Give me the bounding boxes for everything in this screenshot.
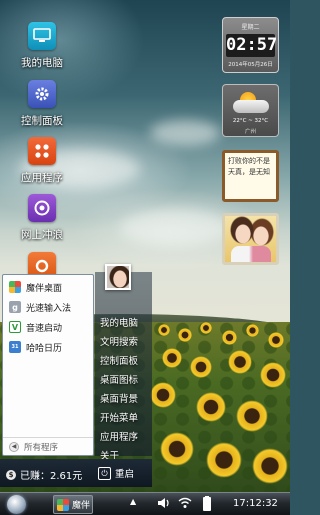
- start-link-desktop-background[interactable]: 桌面背景: [100, 391, 138, 405]
- all-programs-label: 所有程序: [24, 442, 59, 453]
- cloud-icon: [233, 100, 269, 113]
- sunflower: [158, 324, 170, 336]
- start-menu-item-input-method[interactable]: g 光速输入法: [3, 299, 93, 315]
- clock-date: 2014年05月26日: [228, 62, 273, 68]
- start-link-apps[interactable]: 应用程序: [100, 429, 138, 443]
- desktop-icon-browser[interactable]: 网上冲浪: [10, 194, 74, 242]
- weather-location: 广州: [244, 129, 256, 135]
- taskbar-clock[interactable]: 17:12:32: [233, 498, 278, 509]
- taskbar-app-button[interactable]: 魔伴: [53, 495, 93, 514]
- earnings-text: 已赚：2.61元: [20, 471, 83, 482]
- taskbar-app-label: 魔伴: [72, 501, 91, 511]
- quick-launch-icon: V: [9, 321, 21, 333]
- all-programs-button[interactable]: ◀ 所有程序: [3, 437, 93, 455]
- sunflower: [196, 392, 226, 422]
- battery-icon[interactable]: [200, 496, 214, 515]
- user-avatar[interactable]: [105, 264, 131, 290]
- start-menu-footer: $ 已赚：2.61元 ⏻ 重启: [0, 459, 152, 487]
- volume-icon[interactable]: [157, 497, 171, 512]
- mobanlauncher-icon: [9, 281, 21, 293]
- sunflower: [150, 382, 176, 408]
- start-link-search[interactable]: 文明搜索: [100, 334, 138, 348]
- note-widget[interactable]: 打败你的不是天真，是无知: [222, 150, 279, 202]
- photo-detail: [231, 246, 271, 262]
- desktop-icon-control-panel[interactable]: 控制面板: [10, 80, 74, 128]
- sunflower: [222, 330, 237, 345]
- desktop-icon-apps[interactable]: 应用程序: [10, 137, 74, 185]
- clock-time: 02:57: [226, 34, 278, 57]
- start-menu-links-pane: 我的电脑 文明搜索 控制面板 桌面图标 桌面背景 开始菜单 应用程序 关于: [95, 264, 152, 462]
- clock-weekday: 星期二: [241, 24, 260, 31]
- input-method-icon: g: [9, 301, 21, 313]
- sunflower: [178, 328, 192, 342]
- sunflower: [268, 332, 284, 348]
- start-button[interactable]: [7, 495, 26, 514]
- money-icon: $: [6, 469, 16, 480]
- browser-icon: [28, 194, 56, 222]
- start-menu-item-label: 哈哈日历: [26, 343, 63, 354]
- note-text: 打败你的不是天真，是无知: [228, 157, 270, 176]
- desktop-icon-label: 我的电脑: [21, 57, 63, 69]
- computer-icon: [28, 22, 56, 50]
- photo-frame-widget[interactable]: [222, 213, 279, 265]
- weather-widget[interactable]: 22°C ~ 32°C 广州: [222, 84, 279, 137]
- sunflower: [246, 324, 259, 337]
- taskbar: 魔伴 ▲ 17:12:32: [0, 492, 290, 515]
- power-icon: ⏻: [98, 466, 111, 480]
- desktop-icon-label: 应用程序: [21, 172, 63, 184]
- start-menu-item-quick-launch[interactable]: V 音速启动: [3, 319, 93, 335]
- earnings-display: $ 已赚：2.61元: [6, 467, 82, 482]
- sunflower: [260, 362, 286, 388]
- tray-expand-icon[interactable]: ▲: [130, 497, 136, 506]
- sunflower: [190, 356, 212, 378]
- apps-icon: [28, 137, 56, 165]
- start-menu-item-label: 音速启动: [26, 323, 63, 334]
- control-panel-icon: [28, 80, 56, 108]
- clock-widget[interactable]: 星期二 02:57 2014年05月26日: [222, 17, 279, 73]
- start-menu-item-mobanlauncher[interactable]: 魔伴桌面: [3, 279, 93, 295]
- sunflower: [252, 448, 288, 484]
- sunflower: [228, 350, 252, 374]
- sunflower: [236, 400, 268, 432]
- desktop-icon-my-computer[interactable]: 我的电脑: [10, 22, 74, 70]
- sunflower: [160, 432, 194, 466]
- start-menu: 魔伴桌面 g 光速输入法 V 音速启动 31 哈哈日历 ◀ 所有程序 我的电脑 …: [0, 264, 152, 488]
- arrow-icon: ◀: [9, 441, 19, 452]
- start-link-desktop-icons[interactable]: 桌面图标: [100, 372, 138, 386]
- start-link-my-computer[interactable]: 我的电脑: [100, 315, 138, 329]
- weather-temperature: 22°C ~ 32°C: [232, 118, 269, 124]
- desktop-icon-label: 网上冲浪: [21, 229, 63, 241]
- desktop-icon-label: 控制面板: [21, 115, 63, 127]
- sunflower: [200, 322, 212, 334]
- start-menu-item-label: 魔伴桌面: [26, 283, 63, 294]
- sunflower: [206, 442, 242, 478]
- restart-button[interactable]: ⏻ 重启: [98, 465, 134, 481]
- start-menu-programs-pane: 魔伴桌面 g 光速输入法 V 音速启动 31 哈哈日历 ◀ 所有程序: [2, 274, 94, 456]
- start-menu-item-calendar[interactable]: 31 哈哈日历: [3, 339, 93, 355]
- restart-label: 重启: [115, 469, 135, 480]
- mobanlauncher-icon: [57, 498, 69, 511]
- calendar-icon: 31: [9, 341, 21, 353]
- sunflower: [162, 348, 182, 368]
- start-menu-item-label: 光速输入法: [26, 303, 72, 314]
- wifi-icon[interactable]: [178, 497, 192, 512]
- start-link-control-panel[interactable]: 控制面板: [100, 353, 138, 367]
- cloud: [120, 210, 230, 246]
- cloud: [150, 120, 220, 146]
- start-link-start-menu[interactable]: 开始菜单: [100, 410, 138, 424]
